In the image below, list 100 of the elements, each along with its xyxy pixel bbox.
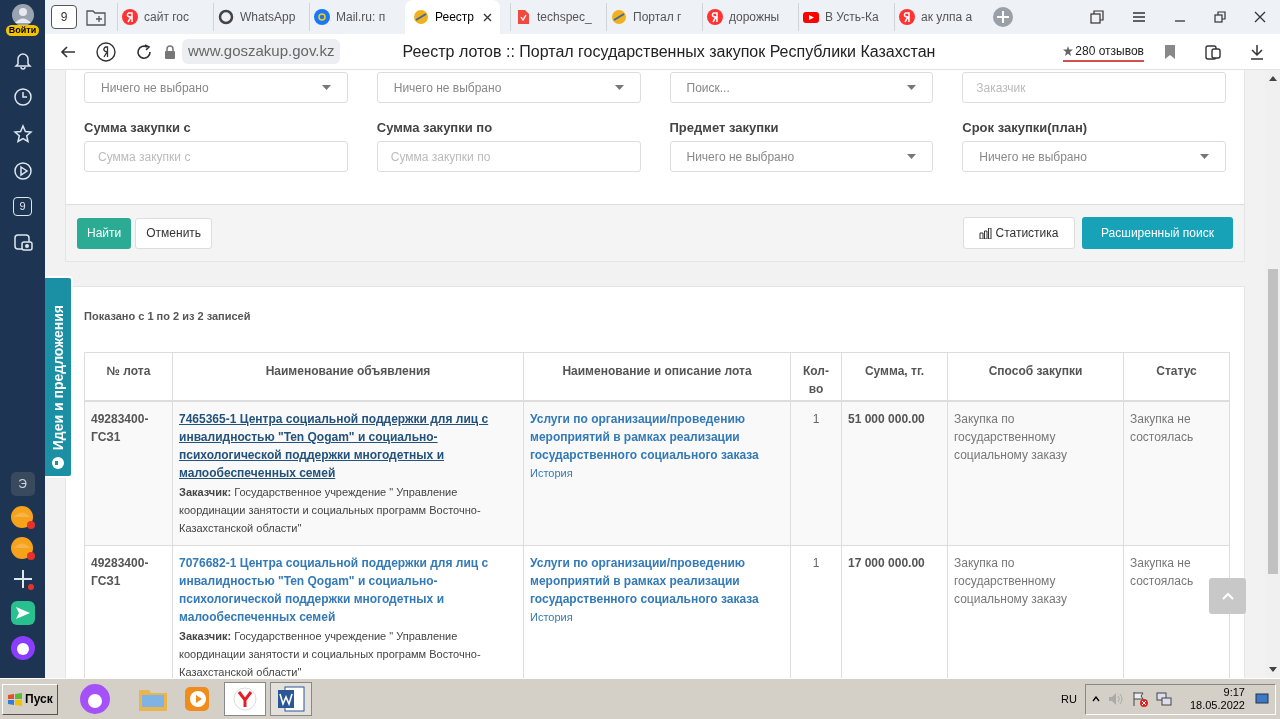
clock-icon[interactable] — [12, 87, 33, 107]
cancel-button[interactable]: Отменить — [135, 217, 213, 249]
restore-icon[interactable] — [1214, 11, 1226, 23]
statistics-button[interactable]: Статистика — [963, 217, 1075, 249]
input-field[interactable]: Сумма закупки по — [376, 141, 641, 172]
caret-icon — [614, 85, 624, 90]
column-header[interactable]: Кол-во — [790, 352, 842, 401]
history-link[interactable]: История — [530, 611, 573, 623]
select-field[interactable]: Ничего не выбрано — [669, 141, 934, 172]
taskbar-app-button[interactable] — [269, 682, 312, 716]
select-field[interactable]: Ничего не выбрано — [962, 141, 1226, 172]
scroll-up-icon[interactable] — [1268, 76, 1277, 81]
quantity: 1 — [812, 556, 820, 570]
round-app-icon[interactable] — [9, 535, 36, 561]
assistant-icon[interactable] — [9, 635, 36, 661]
scroll-down-icon[interactable] — [1268, 667, 1277, 672]
reviews-link[interactable]: 280 отзывов — [1063, 41, 1144, 62]
browser-tab[interactable]: WhatsApp — [213, 3, 299, 31]
select-field[interactable]: Ничего не выбрано — [84, 72, 348, 103]
close-icon[interactable] — [483, 12, 492, 22]
home-button[interactable]: 9 — [51, 5, 77, 29]
tab-favicon-icon — [515, 9, 531, 25]
browser-tab[interactable]: дорожны — [702, 3, 788, 31]
tab-favicon-icon — [218, 9, 234, 25]
input-field[interactable]: Сумма закупки с — [84, 141, 348, 172]
tab-favicon-icon — [803, 9, 819, 25]
screenshot-icon[interactable] — [12, 232, 33, 252]
page-title: Реестр лотов :: Портал государственных закупок Республики Казахстан — [402, 41, 936, 62]
column-header[interactable]: Способ закупки — [947, 352, 1124, 401]
download-icon[interactable] — [1250, 43, 1264, 60]
tab-favicon-icon — [413, 9, 429, 25]
lot-name: Услуги по организации/проведению мероприятий в рамках реализации государственного социального заказа — [530, 555, 760, 608]
input-field[interactable]: Заказчик — [962, 72, 1226, 103]
lot-number: 49283400-ГСЗ1 — [91, 412, 149, 444]
flag-error-icon[interactable] — [1131, 691, 1148, 707]
history-link[interactable]: История — [530, 467, 573, 479]
tabs-icon[interactable] — [1090, 10, 1104, 24]
app-button[interactable]: Э — [10, 472, 35, 496]
extension-icon[interactable] — [1204, 42, 1222, 61]
taskbar-app-button[interactable] — [223, 682, 266, 716]
yandex-icon[interactable] — [96, 41, 116, 62]
scrollbar-thumb[interactable] — [1267, 269, 1278, 574]
amount: 17 000 000.00 — [848, 556, 925, 570]
star-icon — [1063, 45, 1074, 56]
feedback-tab[interactable]: Идеи и предложения — [45, 276, 73, 478]
star-icon[interactable] — [12, 124, 33, 144]
column-header[interactable]: Статус — [1123, 352, 1230, 401]
sign-in-button[interactable]: Войти — [2, 4, 43, 36]
column-header[interactable]: Наименование объявления — [172, 352, 524, 401]
show-desktop-icon[interactable] — [1255, 693, 1269, 705]
new-tab-icon[interactable] — [992, 6, 1014, 28]
browser-tab[interactable]: ак улпа а — [894, 3, 980, 31]
avatar-icon — [11, 4, 34, 26]
column-header[interactable]: Сумма, тг. — [841, 352, 948, 401]
announcement-link[interactable]: 7076682-1 Центра социальной поддержки для лиц с инвалидностью "Ten Qogam" и социально-психологической поддержки многодетных и малообеспеченных семей — [179, 554, 517, 626]
caret-icon — [1200, 154, 1209, 159]
browser-tab[interactable]: Реестр — [405, 0, 500, 34]
tab-favicon-icon — [707, 9, 723, 25]
column-header[interactable]: Наименование и описание лота — [523, 352, 791, 401]
status-text: Закупка не состоялась — [1130, 556, 1194, 588]
select-field[interactable]: Ничего не выбрано — [376, 72, 641, 103]
caret-icon — [907, 154, 917, 159]
send-app-icon[interactable] — [9, 600, 36, 626]
chevron-up-icon[interactable] — [1091, 696, 1100, 702]
status-text: Закупка не состоялась — [1130, 412, 1194, 444]
new-folder-icon[interactable] — [85, 7, 107, 27]
browser-tab[interactable]: Mail.ru: п — [309, 3, 395, 31]
browser-tab[interactable]: сайт гос — [117, 3, 203, 31]
field-label: Срок закупки(план) — [962, 119, 1089, 137]
browser-tab[interactable]: techspec_ — [510, 3, 596, 31]
quantity: 1 — [812, 412, 820, 426]
clock-date: 18.05.2022 — [1189, 699, 1245, 712]
close-icon[interactable] — [1254, 11, 1266, 23]
start-button[interactable]: Пуск — [2, 683, 58, 715]
windows-flag-icon — [7, 692, 23, 706]
language-indicator[interactable]: RU — [1061, 690, 1077, 708]
yandex-browser-icon — [232, 687, 257, 711]
field-label: Сумма закупки по — [376, 119, 494, 137]
results-summary: Показано с 1 по 2 из 2 записей — [84, 309, 252, 324]
select-field[interactable]: Поиск... — [669, 72, 934, 103]
url-field[interactable]: www.goszakup.gov.kz — [182, 39, 341, 64]
counter-badge[interactable]: 9 — [13, 197, 32, 216]
browser-tab[interactable]: Портал г — [606, 3, 692, 31]
browser-tab[interactable]: В Усть-Ка — [798, 3, 884, 31]
sign-in-label: Войти — [5, 25, 40, 36]
lot-number: 49283400-ГСЗ1 — [91, 556, 149, 588]
network-icon[interactable] — [1155, 691, 1172, 707]
column-header[interactable]: № лота — [84, 352, 173, 401]
bookmark-icon[interactable] — [1164, 43, 1176, 60]
menu-icon[interactable] — [1132, 11, 1146, 23]
announcement-link[interactable]: 7465365-1 Центра социальной поддержки для лиц с инвалидностью "Ten Qogam" и социально-психологической поддержки многодетных и малообеспеченных семей — [179, 410, 517, 482]
play-icon[interactable] — [12, 161, 33, 181]
round-app-icon[interactable] — [9, 504, 36, 530]
lock-icon — [164, 44, 176, 59]
bar-chart-icon — [979, 227, 993, 239]
bell-icon[interactable] — [12, 50, 33, 70]
reload-icon[interactable] — [136, 43, 152, 60]
field-label: Сумма закупки с — [84, 119, 192, 137]
caret-icon — [907, 85, 917, 90]
back-icon[interactable] — [60, 44, 76, 59]
